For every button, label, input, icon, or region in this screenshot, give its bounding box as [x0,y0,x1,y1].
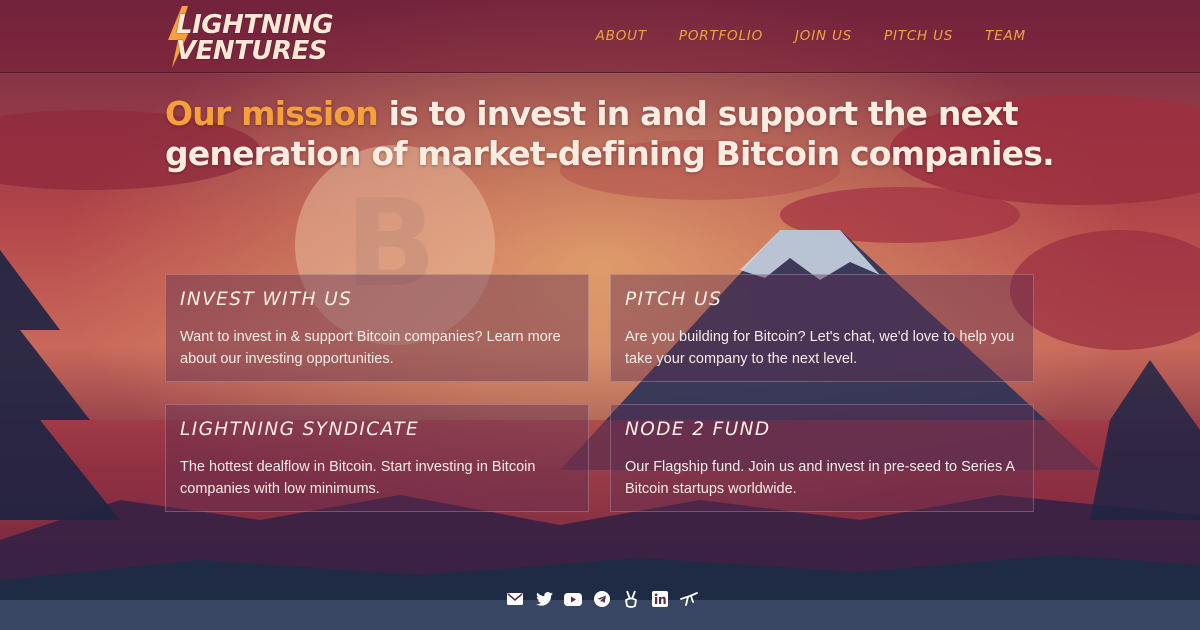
social-links [505,590,699,608]
site-header: LIGHTNING VENTURES ABOUT PORTFOLIO JOIN … [0,0,1200,73]
nav-pitch-us[interactable]: PITCH US [884,28,953,44]
card-invest-with-us[interactable]: INVEST WITH US Want to invest in & suppo… [165,274,589,382]
nav-portfolio[interactable]: PORTFOLIO [679,28,763,44]
main-nav: ABOUT PORTFOLIO JOIN US PITCH US TEAM [596,28,1026,44]
card-text: Are you building for Bitcoin? Let's chat… [625,329,1015,367]
logo-line-2: VENTURES [176,36,328,66]
nostr-icon[interactable] [621,590,641,608]
mission-highlight: Our mission [165,94,379,133]
card-text: Want to invest in & support Bitcoin comp… [180,329,561,367]
card-node-2-fund[interactable]: NODE 2 FUND Our Flagship fund. Join us a… [610,404,1034,512]
email-icon[interactable] [505,590,525,608]
card-pitch-us[interactable]: PITCH US Are you building for Bitcoin? L… [610,274,1034,382]
nav-join-us[interactable]: JOIN US [795,28,852,44]
lightning-ventures-logo[interactable]: LIGHTNING VENTURES [164,6,334,68]
card-title: PITCH US [625,289,723,310]
nav-about[interactable]: ABOUT [596,28,647,44]
nav-team[interactable]: TEAM [985,28,1026,44]
youtube-icon[interactable] [563,590,583,608]
telegram-icon[interactable] [592,590,612,608]
card-text: The hottest dealflow in Bitcoin. Start i… [180,459,536,497]
linkedin-icon[interactable] [650,590,670,608]
card-title: NODE 2 FUND [625,419,771,440]
card-title: INVEST WITH US [180,289,353,310]
mission-statement: Our mission is to invest in and support … [165,94,1065,174]
card-lightning-syndicate[interactable]: LIGHTNING SYNDICATE The hottest dealflow… [165,404,589,512]
twitter-icon[interactable] [534,590,554,608]
card-title: LIGHTNING SYNDICATE [180,419,420,440]
angellist-icon[interactable] [679,590,699,608]
card-text: Our Flagship fund. Join us and invest in… [625,459,1015,497]
